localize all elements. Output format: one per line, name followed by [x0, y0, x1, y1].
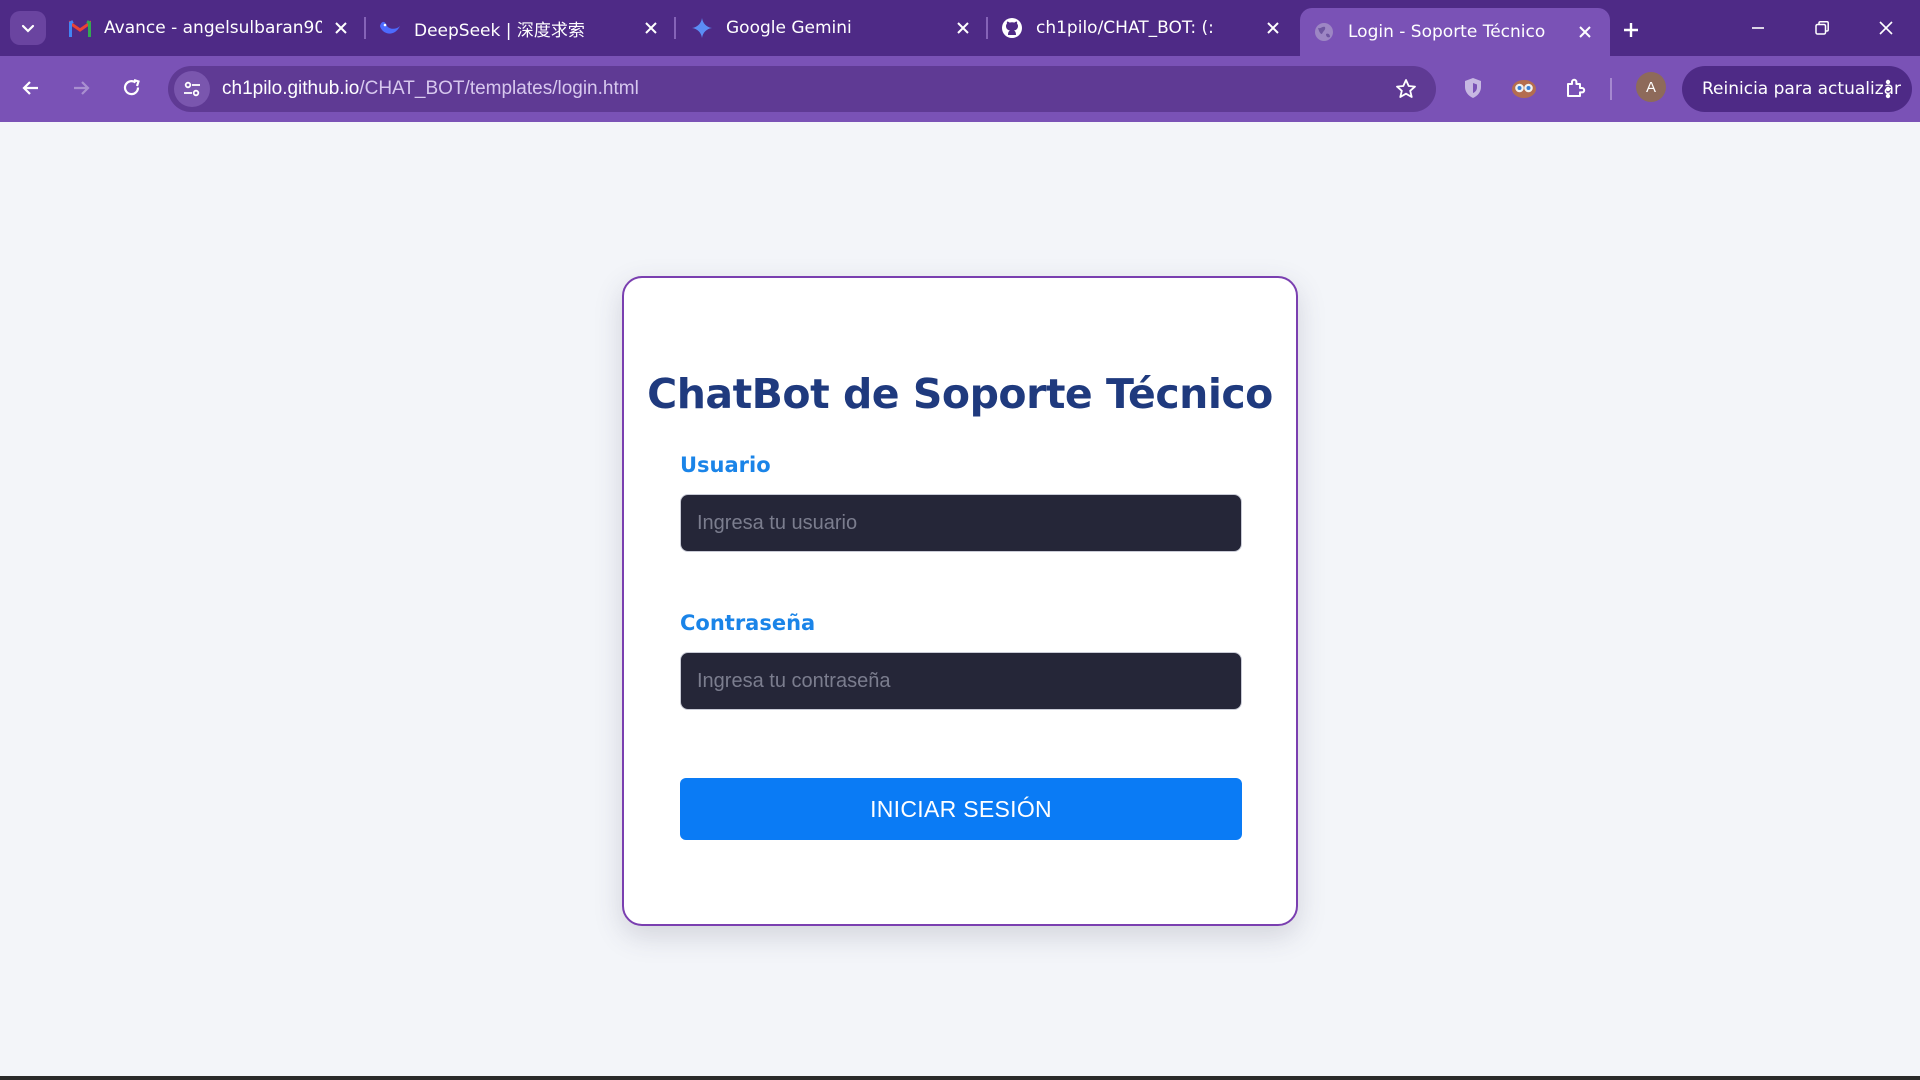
close-icon[interactable]: [1574, 21, 1596, 43]
restore-icon: [1815, 21, 1829, 35]
url-path: /CHAT_BOT/templates/login.html: [359, 78, 639, 99]
restore-button[interactable]: [1792, 8, 1852, 48]
close-icon[interactable]: [640, 17, 662, 39]
minimize-button[interactable]: [1728, 8, 1788, 48]
forward-button[interactable]: [61, 68, 101, 108]
close-icon[interactable]: [952, 17, 974, 39]
password-input[interactable]: [680, 652, 1242, 710]
tab-deepseek[interactable]: DeepSeek | 深度求索: [366, 6, 676, 50]
close-icon[interactable]: [1262, 17, 1284, 39]
plus-icon: [1624, 23, 1638, 37]
username-label: Usuario: [680, 453, 771, 477]
username-input[interactable]: [680, 494, 1242, 552]
address-bar[interactable]: ch1pilo.github.io/CHAT_BOT/templates/log…: [168, 66, 1436, 112]
gemini-icon: [690, 16, 714, 40]
back-button[interactable]: [11, 68, 51, 108]
password-label: Contraseña: [680, 611, 816, 635]
tab-gmail[interactable]: Avance - angelsulbaran909@: [56, 6, 366, 50]
url-host: ch1pilo.github.io: [222, 78, 360, 99]
bookmark-star-icon[interactable]: [1392, 75, 1420, 103]
profile-avatar[interactable]: A: [1636, 72, 1666, 102]
taskbar-edge: [0, 1076, 1920, 1080]
extensions-puzzle-icon[interactable]: [1557, 70, 1593, 106]
page-content: ChatBot de Soporte Técnico Usuario Contr…: [0, 122, 1920, 1080]
tab-title: Login - Soporte Técnico: [1348, 22, 1546, 42]
browser-toolbar: ch1pilo.github.io/CHAT_BOT/templates/log…: [0, 56, 1920, 122]
arrow-left-icon: [22, 81, 38, 95]
close-icon[interactable]: [330, 17, 352, 39]
deepseek-icon: [378, 16, 402, 40]
login-button[interactable]: INICIAR SESIÓN: [680, 778, 1242, 840]
gmail-icon: [68, 16, 92, 40]
tab-title: ch1pilo/CHAT_BOT: (:: [1036, 18, 1214, 38]
url-text: ch1pilo.github.io/CHAT_BOT/templates/log…: [222, 78, 639, 100]
reload-button[interactable]: [112, 68, 152, 108]
tab-title: Avance - angelsulbaran909@: [104, 18, 322, 38]
tab-title: DeepSeek | 深度求索: [414, 20, 585, 41]
globe-icon: [1312, 20, 1336, 44]
arrow-right-icon: [74, 81, 90, 95]
update-label: Reinicia para actualizar: [1702, 79, 1902, 99]
toolbar-divider: [1610, 78, 1612, 100]
page-title: ChatBot de Soporte Técnico: [647, 370, 1273, 418]
close-window-button[interactable]: [1856, 8, 1916, 48]
browser-chrome: Avance - angelsulbaran909@ DeepSeek | 深度…: [0, 0, 1920, 122]
reload-icon: [123, 78, 140, 96]
tab-github[interactable]: ch1pilo/CHAT_BOT: (:: [988, 6, 1298, 50]
shield-extension-icon[interactable]: [1455, 70, 1491, 106]
update-button[interactable]: Reinicia para actualizar: [1682, 66, 1912, 112]
tab-divider: [674, 17, 676, 39]
tab-strip: Avance - angelsulbaran909@ DeepSeek | 深度…: [0, 0, 1920, 56]
login-card: ChatBot de Soporte Técnico Usuario Contr…: [622, 276, 1298, 926]
tab-login-active[interactable]: Login - Soporte Técnico: [1300, 8, 1610, 56]
close-icon: [1879, 21, 1893, 35]
github-icon: [1000, 16, 1024, 40]
minimize-icon: [1752, 27, 1764, 29]
owl-extension-icon[interactable]: [1506, 70, 1542, 106]
tab-title: Google Gemini: [726, 18, 852, 38]
tab-search-button[interactable]: [10, 11, 46, 45]
new-tab-button[interactable]: [1614, 13, 1648, 47]
chevron-down-icon: [21, 24, 35, 33]
tab-gemini[interactable]: Google Gemini: [678, 6, 988, 50]
site-settings-icon[interactable]: [174, 71, 210, 107]
kebab-menu-icon[interactable]: [1878, 76, 1898, 102]
